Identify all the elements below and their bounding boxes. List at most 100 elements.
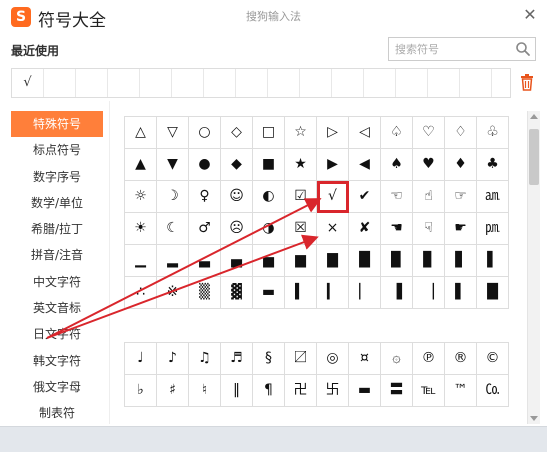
symbol-cell[interactable]: □	[253, 117, 285, 149]
symbol-cell[interactable]: ▉	[381, 245, 413, 277]
symbol-cell[interactable]: ◇	[221, 117, 253, 149]
symbol-cell[interactable]: ▷	[317, 117, 349, 149]
symbol-cell[interactable]: ♬	[221, 343, 253, 375]
recent-symbol[interactable]: √	[12, 69, 44, 97]
sidebar-item[interactable]: 日文字符	[11, 321, 103, 347]
sidebar-item[interactable]: 特殊符号	[11, 111, 103, 137]
symbol-cell[interactable]: ▊	[413, 245, 445, 277]
symbol-cell[interactable]: ∴	[125, 277, 157, 309]
scroll-up-icon[interactable]	[530, 114, 538, 119]
symbol-cell[interactable]: ♫	[189, 343, 221, 375]
symbol-cell[interactable]: 〼	[285, 343, 317, 375]
symbol-cell[interactable]: ▼	[157, 149, 189, 181]
symbol-cell[interactable]: ®	[445, 343, 477, 375]
symbol-cell[interactable]: ※	[157, 277, 189, 309]
symbol-cell[interactable]: ☆	[285, 117, 317, 149]
symbol-cell[interactable]: ♡	[413, 117, 445, 149]
symbol-cell[interactable]: ▍	[285, 277, 317, 309]
symbol-cell[interactable]: ¶	[253, 375, 285, 407]
search-box[interactable]	[388, 37, 536, 61]
symbol-cell[interactable]: ☀	[125, 213, 157, 245]
symbol-cell[interactable]: ●	[189, 149, 221, 181]
search-input[interactable]	[389, 38, 513, 60]
symbol-cell[interactable]: ▅	[253, 245, 285, 277]
symbol-cell[interactable]: ▶	[317, 149, 349, 181]
symbol-cell[interactable]: ☑	[285, 181, 317, 213]
symbol-cell[interactable]: ℡	[413, 375, 445, 407]
symbol-cell[interactable]: ♧	[477, 117, 509, 149]
scroll-down-icon[interactable]	[530, 416, 538, 421]
sidebar-item[interactable]: 制表符	[11, 400, 103, 426]
sidebar-item[interactable]: 标点符号	[11, 137, 103, 163]
symbol-cell[interactable]: ▁	[125, 245, 157, 277]
symbol-cell[interactable]: ○	[189, 117, 221, 149]
symbol-cell[interactable]: ◎	[317, 343, 349, 375]
symbol-cell[interactable]: ▏	[349, 277, 381, 309]
close-button[interactable]: ✕	[518, 3, 542, 27]
symbol-cell[interactable]: ☝	[413, 181, 445, 213]
symbol-cell[interactable]: ♭	[125, 375, 157, 407]
symbol-cell[interactable]: ☜	[381, 181, 413, 213]
symbol-cell[interactable]: ♠	[381, 149, 413, 181]
symbol-cell[interactable]: ☚	[381, 213, 413, 245]
symbol-cell[interactable]: ▎	[317, 277, 349, 309]
symbol-cell[interactable]: ¤	[349, 343, 381, 375]
sidebar-item[interactable]: 希腊/拉丁	[11, 216, 103, 242]
symbol-cell[interactable]: ▆	[285, 245, 317, 277]
symbol-cell[interactable]: ◑	[253, 213, 285, 245]
symbol-cell[interactable]: ✘	[349, 213, 381, 245]
symbol-cell[interactable]: ♥	[413, 149, 445, 181]
symbol-cell[interactable]: ▕	[413, 277, 445, 309]
symbol-cell[interactable]: ×	[317, 213, 349, 245]
sidebar-item[interactable]: 拼音/注音	[11, 242, 103, 268]
symbol-cell[interactable]: ☾	[157, 213, 189, 245]
symbol-cell[interactable]: ☒	[285, 213, 317, 245]
symbol-cell[interactable]: ℗	[413, 343, 445, 375]
symbol-cell[interactable]: ™	[445, 375, 477, 407]
symbol-cell[interactable]: ♦	[445, 149, 477, 181]
symbol-cell[interactable]: █	[349, 245, 381, 277]
symbol-cell[interactable]: ㏇	[477, 375, 509, 407]
sidebar-item[interactable]: 韩文字符	[11, 348, 103, 374]
sidebar-item[interactable]: 英文音标	[11, 295, 103, 321]
symbol-cell[interactable]: █	[477, 277, 509, 309]
symbol-cell[interactable]: ♢	[445, 117, 477, 149]
symbol-cell[interactable]: ▌	[445, 277, 477, 309]
symbol-cell[interactable]: 卍	[285, 375, 317, 407]
symbol-cell[interactable]: ▬	[253, 277, 285, 309]
symbol-cell[interactable]: ◀	[349, 149, 381, 181]
symbol-cell[interactable]: ▽	[157, 117, 189, 149]
symbol-cell[interactable]: ★	[285, 149, 317, 181]
symbol-cell[interactable]: ©	[477, 343, 509, 375]
symbol-cell[interactable]: ▃	[189, 245, 221, 277]
search-icon[interactable]	[514, 40, 532, 58]
symbol-cell[interactable]: ☹	[221, 213, 253, 245]
scrollbar-thumb[interactable]	[529, 129, 539, 185]
symbol-cell[interactable]: ▬	[349, 375, 381, 407]
symbol-cell[interactable]: ۞	[381, 343, 413, 375]
symbol-cell[interactable]: ▂	[157, 245, 189, 277]
symbol-cell[interactable]: ▐	[381, 277, 413, 309]
symbol-cell[interactable]: ☛	[445, 213, 477, 245]
symbol-cell[interactable]: ▲	[125, 149, 157, 181]
symbol-cell[interactable]: ♣	[477, 149, 509, 181]
symbol-cell[interactable]: ▌	[477, 245, 509, 277]
symbol-cell[interactable]: ♮	[189, 375, 221, 407]
symbol-cell[interactable]: ■	[253, 149, 285, 181]
symbol-cell[interactable]: ♤	[381, 117, 413, 149]
sidebar-item[interactable]: 数学/单位	[11, 190, 103, 216]
symbol-cell[interactable]: ▓	[221, 277, 253, 309]
sidebar-item[interactable]: 俄文字母	[11, 374, 103, 400]
symbol-cell[interactable]: ▋	[445, 245, 477, 277]
trash-icon[interactable]	[519, 73, 535, 91]
sidebar-item[interactable]: 数字序号	[11, 164, 103, 190]
symbol-cell[interactable]: ♀	[189, 181, 221, 213]
symbol-cell[interactable]: ▇	[317, 245, 349, 277]
symbol-cell[interactable]: ㏘	[477, 213, 509, 245]
symbol-cell[interactable]: ☽	[157, 181, 189, 213]
sidebar-item[interactable]: 中文字符	[11, 269, 103, 295]
symbol-cell[interactable]: △	[125, 117, 157, 149]
symbol-cell[interactable]: ☟	[413, 213, 445, 245]
symbol-cell[interactable]: ☼	[125, 181, 157, 213]
symbol-cell[interactable]: ♯	[157, 375, 189, 407]
